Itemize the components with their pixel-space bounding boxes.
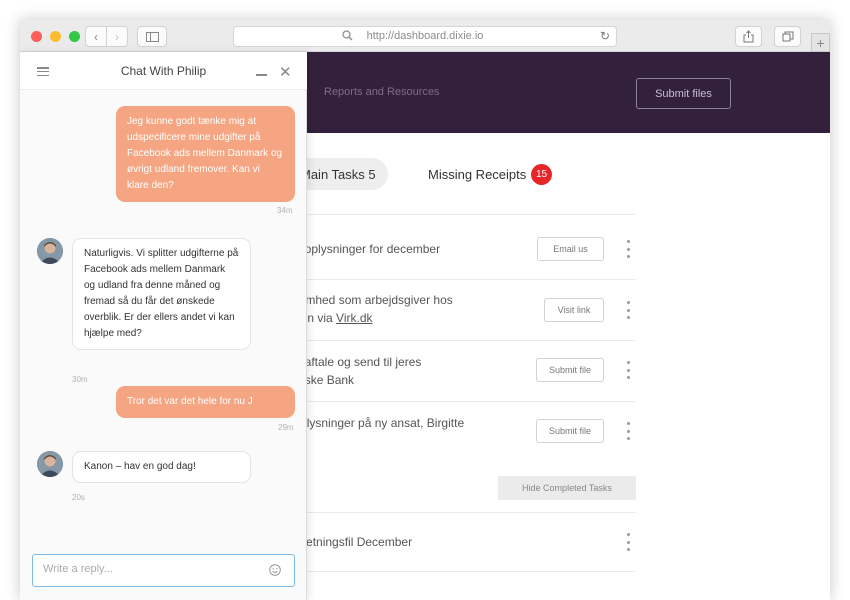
close-chat-icon[interactable]: ✕ (279, 63, 292, 81)
divider (260, 340, 636, 341)
tab-main-tasks-label[interactable]: Main Tasks 5 (300, 167, 376, 182)
address-bar[interactable]: http://dashboard.dixie.io ↻ (233, 26, 617, 47)
more-options-icon[interactable] (624, 422, 632, 440)
missing-receipts-badge: 15 (531, 164, 552, 185)
more-options-icon[interactable] (624, 301, 632, 319)
reply-input[interactable] (43, 563, 263, 575)
browser-toolbar: ‹ › http://dashboard.dixie.io ↻ (20, 20, 830, 52)
minimize-window-button[interactable] (50, 31, 61, 42)
message-timestamp: 34m (277, 206, 293, 215)
close-window-button[interactable] (31, 31, 42, 42)
divider (260, 214, 636, 215)
chat-title: Chat With Philip (120, 64, 207, 78)
chat-message-outgoing: Jeg kunne godt tænke mig at udspecificer… (116, 106, 295, 202)
divider (260, 279, 636, 280)
reload-icon[interactable]: ↻ (600, 29, 610, 43)
chat-message-incoming: Kanon – hav en god dag! (72, 451, 251, 483)
share-button[interactable] (735, 26, 762, 47)
chevron-right-icon: › (115, 29, 119, 44)
more-options-icon[interactable] (624, 361, 632, 379)
message-timestamp: 29m (278, 423, 294, 432)
hide-completed-tasks-button[interactable]: Hide Completed Tasks (498, 476, 636, 500)
more-options-icon[interactable] (624, 240, 632, 258)
tabs-icon (782, 31, 793, 42)
share-icon (743, 30, 754, 43)
chat-panel: Chat With Philip ✕ Jeg kunne godt tænke … (20, 52, 307, 600)
chat-message-incoming: Naturligvis. Vi splitter udgifterne på F… (72, 238, 251, 350)
emoji-icon[interactable] (269, 564, 281, 576)
browser-window: ‹ › http://dashboard.dixie.io ↻ + Report… (20, 20, 830, 600)
reply-box (32, 554, 295, 587)
sidebar-icon (145, 31, 159, 42)
submit-file-button[interactable]: Submit file (536, 419, 604, 443)
message-timestamp: 30m (72, 375, 88, 384)
chat-message-outgoing: Tror det var det hele for nu J (116, 386, 295, 418)
new-tab-button[interactable]: + (811, 33, 830, 52)
chevron-left-icon: ‹ (94, 29, 98, 44)
email-us-button[interactable]: Email us (537, 237, 604, 261)
divider (260, 571, 636, 572)
zoom-window-button[interactable] (69, 31, 80, 42)
more-options-icon[interactable] (624, 533, 632, 551)
plus-icon: + (816, 34, 825, 51)
divider (260, 512, 636, 513)
tab-missing-receipts[interactable]: Missing Receipts (428, 167, 526, 182)
back-button[interactable]: ‹ (85, 26, 107, 47)
sidebar-toggle-button[interactable] (137, 26, 167, 47)
chat-header: Chat With Philip ✕ (20, 52, 307, 90)
agent-avatar (37, 238, 63, 264)
virk-link[interactable]: Virk.dk (336, 311, 372, 325)
submit-files-button[interactable]: Submit files (636, 78, 731, 109)
divider (260, 401, 636, 402)
message-timestamp: 20s (72, 493, 85, 502)
forward-button[interactable]: › (106, 26, 128, 47)
tabs-overview-button[interactable] (774, 26, 801, 47)
agent-avatar (37, 451, 63, 477)
minimize-chat-icon[interactable] (256, 74, 267, 76)
submit-file-button[interactable]: Submit file (536, 358, 604, 382)
nav-reports-link[interactable]: Reports and Resources (324, 86, 440, 98)
address-text: http://dashboard.dixie.io (366, 30, 484, 42)
visit-link-button[interactable]: Visit link (544, 298, 604, 322)
